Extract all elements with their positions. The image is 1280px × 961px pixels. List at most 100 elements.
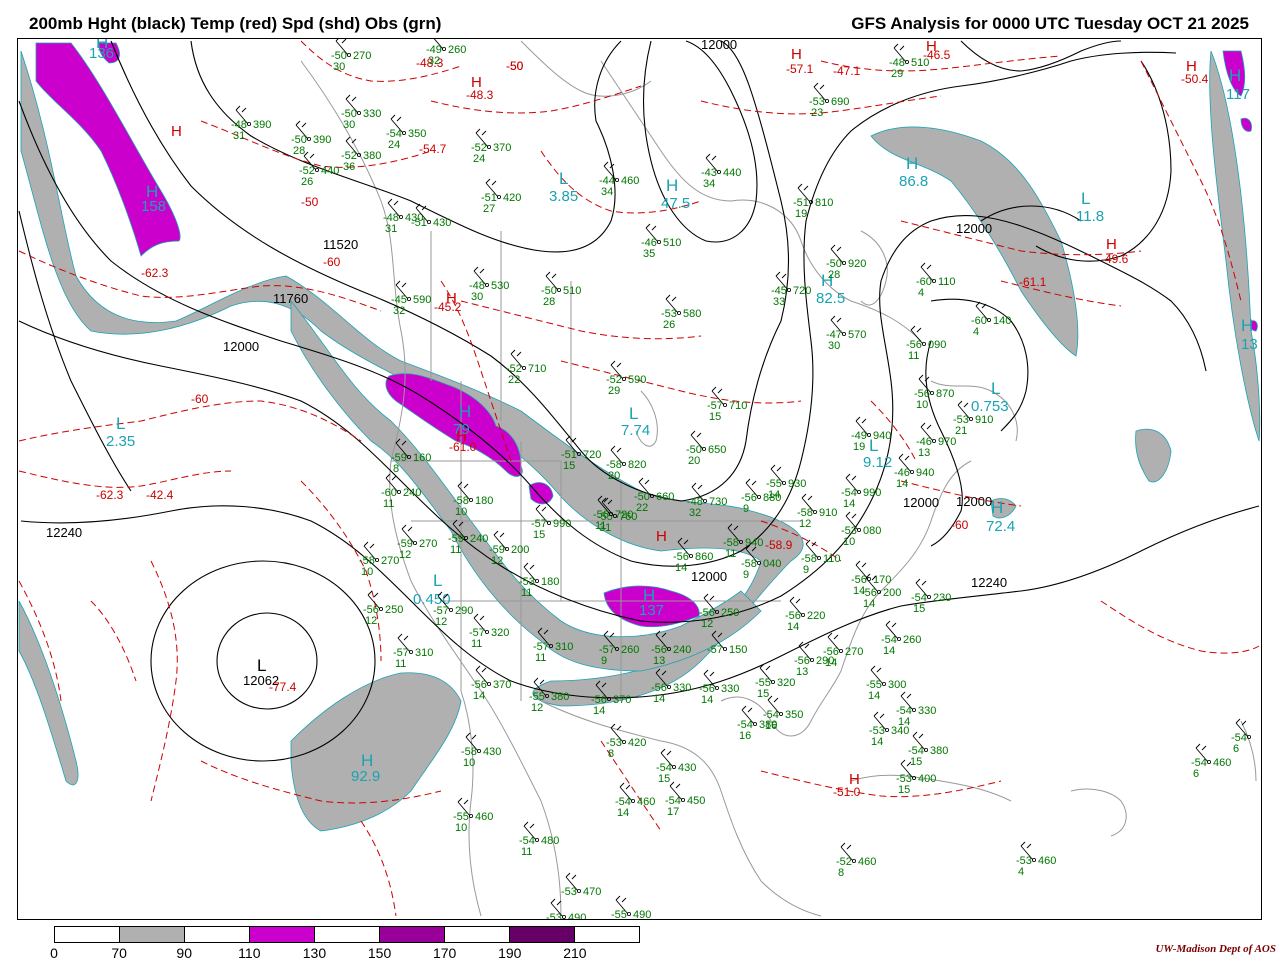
station-plot: -51 430 xyxy=(411,203,451,229)
obs-dewpoint-depression: 32 xyxy=(689,507,701,519)
obs-height: 940 xyxy=(873,430,891,442)
station-plot: -54 38015 xyxy=(908,731,948,768)
obs-height: 270 xyxy=(381,555,399,567)
wind-speed-colorbar xyxy=(54,926,640,943)
obs-height: 570 xyxy=(848,329,866,341)
obs-height: 290 xyxy=(455,605,473,617)
obs-dewpoint-depression: 15 xyxy=(913,603,925,615)
speed-extremum-value: 92.9 xyxy=(351,768,380,785)
jet-shade-band xyxy=(1209,50,1261,442)
colorbar-tick-label: 90 xyxy=(176,945,193,961)
colorbar-tick-label: 190 xyxy=(498,945,522,961)
isotherm xyxy=(760,770,1002,798)
speed-extremum-value: 137 xyxy=(639,602,664,619)
temperature-label: -58.9 xyxy=(765,538,793,552)
obs-height: 200 xyxy=(883,587,901,599)
obs-dewpoint-depression: 4 xyxy=(918,287,924,299)
station-plot: -54 26014 xyxy=(881,620,921,657)
obs-dewpoint-depression: 11 xyxy=(725,548,736,560)
height-contour-label: 12000 xyxy=(223,339,259,354)
obs-height: 380 xyxy=(551,691,569,703)
obs-height: 320 xyxy=(491,627,509,639)
station-plot: -59 27012 xyxy=(397,524,437,561)
obs-dewpoint-depression: 15 xyxy=(563,460,575,472)
obs-height: 150 xyxy=(729,644,747,656)
height-low-letter: L xyxy=(257,656,266,675)
obs-dewpoint-depression: 15 xyxy=(898,784,910,796)
obs-dewpoint-depression: 12 xyxy=(365,615,377,627)
obs-height: 290 xyxy=(816,655,834,667)
isotherm xyxy=(18,470,232,488)
obs-dewpoint-depression: 28 xyxy=(293,145,305,157)
obs-height: 480 xyxy=(541,835,559,847)
speed-extremum-value: 3.85 xyxy=(549,188,578,205)
obs-dewpoint-depression: 34 xyxy=(601,186,613,198)
station-plot: -52 59029 xyxy=(606,360,646,397)
station-plot: -56 33014 xyxy=(699,669,739,706)
obs-dewpoint-depression: 15 xyxy=(910,756,922,768)
station-plot: -57 71015 xyxy=(707,386,747,423)
coastline xyxy=(1240,720,1257,782)
obs-dewpoint-depression: 22 xyxy=(508,374,520,386)
obs-height: 930 xyxy=(788,478,806,490)
station-plot: -58 91012 xyxy=(797,493,837,530)
obs-height: 450 xyxy=(687,795,705,807)
obs-height: 180 xyxy=(541,576,559,588)
obs-dewpoint-depression: 36 xyxy=(343,161,355,173)
station-plot: -56 09011 xyxy=(906,325,946,362)
obs-dewpoint-depression: 12 xyxy=(799,518,811,530)
obs-height: 590 xyxy=(628,374,646,386)
obs-height: 300 xyxy=(888,679,906,691)
station-plot: -58 43010 xyxy=(461,732,501,769)
obs-dewpoint-depression: 11 xyxy=(383,498,394,510)
obs-height: 380 xyxy=(930,745,948,757)
station-plot: -58 27010 xyxy=(359,541,399,578)
temperature-high-marker: H xyxy=(926,39,937,55)
colorbar-bin xyxy=(315,927,380,942)
station-plot: -52 38036 xyxy=(341,136,381,173)
obs-dewpoint-depression: 6 xyxy=(1233,743,1239,755)
obs-height: 380 xyxy=(363,150,381,162)
station-plot: -55 46010 xyxy=(453,797,493,834)
station-plot: -50 51028 xyxy=(541,271,581,308)
obs-height: 460 xyxy=(621,175,639,187)
colorbar-tick-label: 130 xyxy=(302,945,327,961)
station-plot: -53 490 xyxy=(546,898,586,919)
obs-dewpoint-depression: 11 xyxy=(535,652,546,664)
station-plot: -56 22014 xyxy=(785,596,825,633)
obs-dewpoint-depression: 14 xyxy=(701,694,713,706)
obs-dewpoint-depression: 32 xyxy=(393,305,405,317)
speed-extremum-value: 0.753 xyxy=(971,398,1009,415)
obs-dewpoint-depression: 13 xyxy=(918,447,930,459)
obs-height: 340 xyxy=(891,725,909,737)
weather-map: 11520 11760 12000 12240 12000 12240 12000 12062… xyxy=(17,38,1262,920)
station-plot: -58 1109 xyxy=(801,539,841,576)
station-plot: -54 46014 xyxy=(615,782,655,819)
temperature-contours xyxy=(18,40,1260,917)
speed-extremum-value: 136 xyxy=(89,45,114,62)
obs-height: 180 xyxy=(475,495,493,507)
obs-dewpoint-depression: 14 xyxy=(843,498,855,510)
obs-height: 370 xyxy=(493,679,511,691)
obs-height: 460 xyxy=(858,856,876,868)
obs-dewpoint-depression: 11 xyxy=(471,638,482,650)
height-contour-label: 12000 xyxy=(903,495,939,510)
obs-dewpoint-depression: 12 xyxy=(491,555,503,567)
obs-dewpoint-depression: 14 xyxy=(653,693,665,705)
obs-height: 200 xyxy=(511,544,529,556)
coastline xyxy=(520,40,652,97)
speed-extremum-letter: H xyxy=(1229,66,1241,85)
speed-extremum-letter: L xyxy=(559,169,568,188)
temperature-high-marker: H xyxy=(656,528,667,545)
temperature-label: -60 xyxy=(191,392,209,406)
jet-shade-band xyxy=(290,672,462,832)
obs-height: 430 xyxy=(433,217,451,229)
obs-height: 440 xyxy=(723,167,741,179)
speed-extremum-letter: L xyxy=(1081,189,1090,208)
obs-height: 090 xyxy=(928,339,946,351)
obs-height: 860 xyxy=(695,551,713,563)
obs-height: 160 xyxy=(413,452,431,464)
speed-extremum-letter: H xyxy=(1241,316,1253,335)
speed-extremum-letter: L xyxy=(629,404,638,423)
speed-extremum-value: 79 xyxy=(453,421,470,438)
